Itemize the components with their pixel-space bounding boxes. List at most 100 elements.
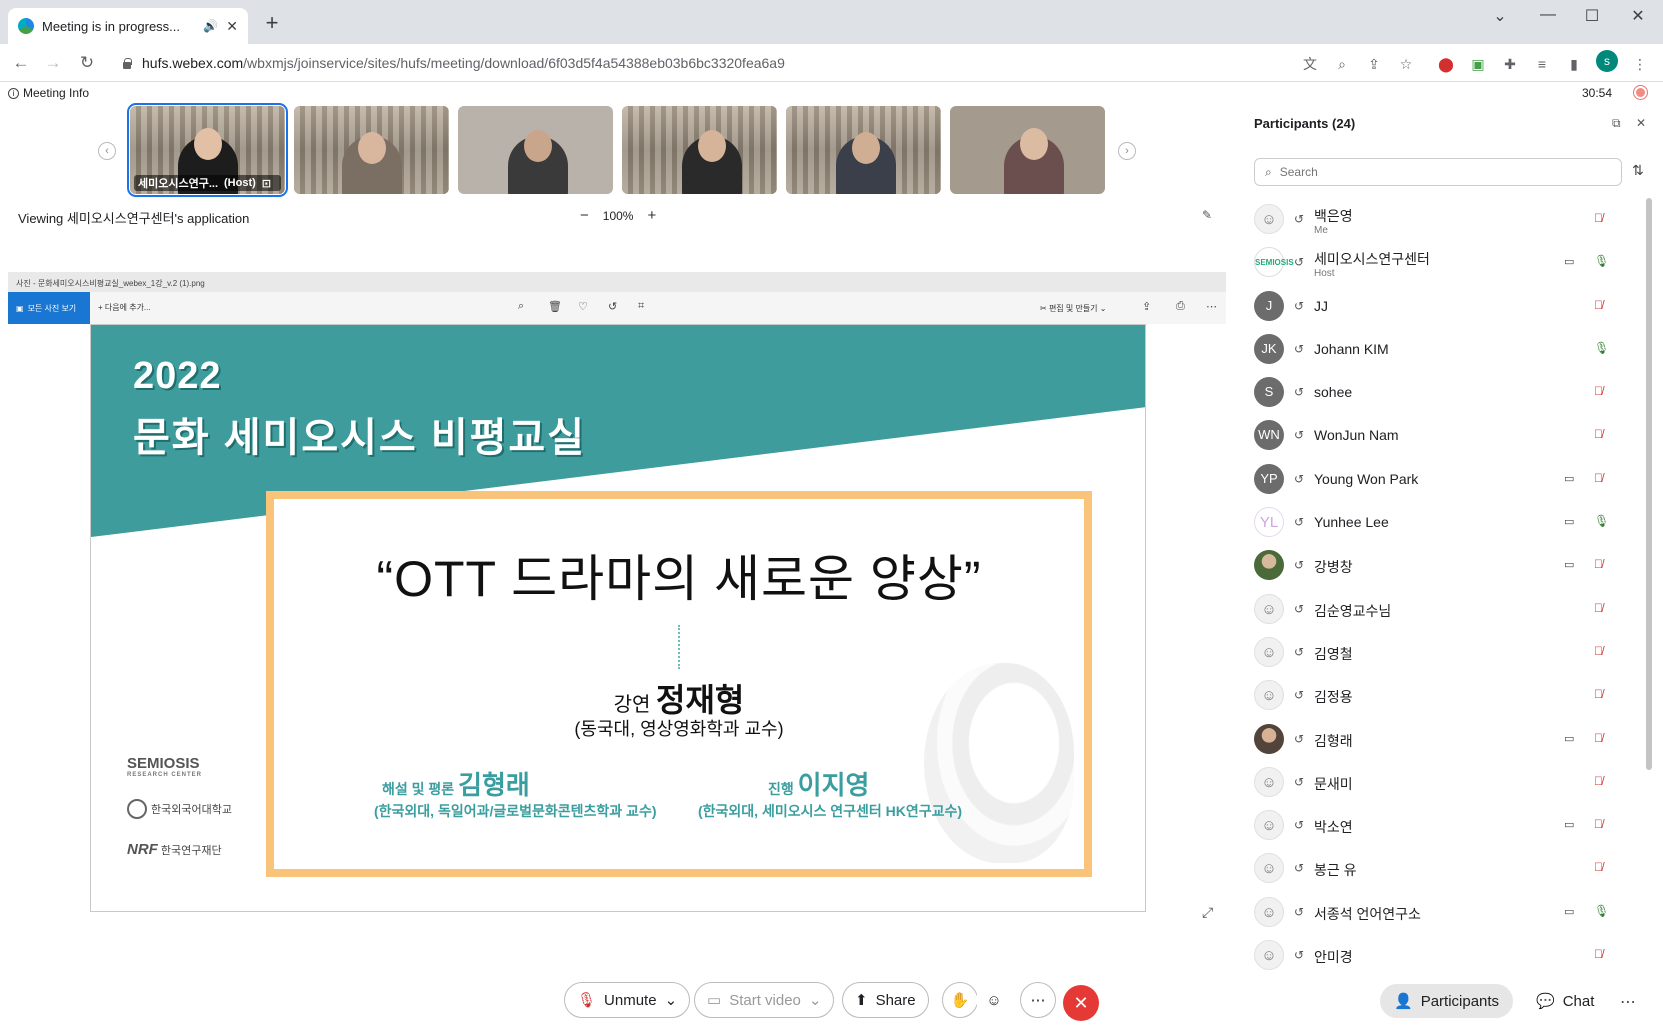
participant-row[interactable]: ↺ 서종석 언어연구소 ▭ 🎙 <box>1244 891 1644 934</box>
profile-avatar[interactable]: s <box>1596 50 1618 72</box>
extension-green-icon[interactable]: ▣ <box>1468 54 1488 74</box>
mic-muted-icon[interactable]: 🎙̸ <box>1594 471 1603 485</box>
participant-row[interactable]: SEMIOSIS ↺ 세미오시스연구센터 Host ▭ 🎙 <box>1244 241 1644 284</box>
participants-scrollbar[interactable] <box>1646 198 1652 770</box>
maximize-icon[interactable]: ☐ <box>1580 6 1604 26</box>
mic-muted-icon[interactable]: 🎙̸ <box>1594 817 1603 831</box>
participant-row[interactable]: ↺ 김순영교수님 🎙̸ <box>1244 588 1644 631</box>
participants-tab-button[interactable]: 👤 Participants <box>1380 984 1514 1018</box>
favorite-heart-icon[interactable]: ♡ <box>578 300 588 313</box>
all-photos-button[interactable]: ▣ 모든 사진 보기 <box>8 292 90 324</box>
video-thumb-5[interactable] <box>786 106 941 194</box>
close-panel-icon[interactable]: ✕ <box>1636 116 1646 130</box>
share-icon[interactable]: ⇪ <box>1142 300 1151 313</box>
participant-row[interactable]: ↺ 강병창 ▭ 🎙̸ <box>1244 544 1644 587</box>
extensions-puzzle-icon[interactable]: ✚ <box>1500 54 1520 74</box>
chevron-down-icon[interactable]: ⌄ <box>809 991 822 1009</box>
participant-row[interactable]: YL ↺ Yunhee Lee ▭ 🎙 <box>1244 501 1644 544</box>
participant-row[interactable]: ↺ 김영철 🎙̸ <box>1244 631 1644 674</box>
video-thumb-3[interactable] <box>458 106 613 194</box>
zoom-icon[interactable]: ⌕ <box>1332 54 1352 74</box>
shared-screen[interactable]: 사진 - 문화세미오시스비평교실_webex_1강_v.2 (1).png ▣ … <box>8 272 1226 928</box>
print-icon[interactable]: ⎙ <box>1176 300 1185 313</box>
side-panel-icon[interactable]: ▮ <box>1564 54 1584 74</box>
reload-icon[interactable]: ↻ <box>74 50 100 76</box>
participants-search[interactable]: ⌕ <box>1254 158 1622 186</box>
translate-icon[interactable]: 文 <box>1300 54 1320 74</box>
mic-muted-icon[interactable]: 🎙̸ <box>1594 298 1603 312</box>
more-options-button[interactable]: ⋯ <box>1020 982 1056 1018</box>
meeting-info-button[interactable]: i Meeting Info <box>8 86 89 100</box>
annotate-pen-icon[interactable]: ✎ <box>1202 208 1212 222</box>
start-video-button[interactable]: ▭ Start video ⌄ <box>694 982 835 1018</box>
unmute-button[interactable]: 🎙 Unmute ⌄ <box>564 982 691 1018</box>
speaker-icon[interactable]: 🔊 <box>203 19 218 33</box>
leave-meeting-button[interactable]: ✕ <box>1063 985 1099 1021</box>
close-window-icon[interactable]: ✕ <box>1626 6 1650 26</box>
participant-row[interactable]: ↺ 봉근 유 🎙̸ <box>1244 847 1644 890</box>
more-options-icon[interactable]: ⋯ <box>1206 300 1217 313</box>
video-thumb-host[interactable]: 세미오시스연구... (Host) ⊡ <box>127 103 288 197</box>
mic-muted-icon[interactable]: 🎙̸ <box>1594 427 1603 441</box>
participant-row[interactable]: ↺ 안미경 🎙̸ <box>1244 934 1644 977</box>
extension-adblock-icon[interactable]: ⬤ <box>1436 54 1456 74</box>
sort-icon[interactable]: ⇅ <box>1632 162 1644 179</box>
zoom-magnifier-icon[interactable]: ⌕ <box>518 300 524 313</box>
participant-row[interactable]: ↺ 김정용 🎙̸ <box>1244 674 1644 717</box>
bookmark-star-icon[interactable]: ☆ <box>1396 54 1416 74</box>
mic-on-icon[interactable]: 🎙 <box>1594 514 1609 528</box>
panel-more-icon[interactable]: ⋯ <box>1620 992 1636 1012</box>
participant-row[interactable]: ↺ 문새미 🎙̸ <box>1244 761 1644 804</box>
mic-on-icon[interactable]: 🎙 <box>1594 341 1609 355</box>
mic-muted-icon[interactable]: 🎙̸ <box>1594 947 1603 961</box>
rotate-icon[interactable]: ↺ <box>608 300 617 313</box>
participant-row[interactable]: ↺ 박소연 ▭ 🎙̸ <box>1244 804 1644 847</box>
new-tab-button[interactable]: + <box>260 12 284 36</box>
zoom-out-button[interactable]: − <box>580 207 589 224</box>
address-bar[interactable]: hufs.webex.com/wbxmjs/joinservice/sites/… <box>112 49 1352 77</box>
participant-row[interactable]: YP ↺ Young Won Park ▭ 🎙̸ <box>1244 458 1644 501</box>
browser-tab-webex[interactable]: Meeting is in progress... 🔊 ✕ <box>8 8 248 44</box>
mic-muted-icon[interactable]: 🎙̸ <box>1594 601 1603 615</box>
lock-icon[interactable] <box>122 57 132 69</box>
video-thumb-4[interactable] <box>622 106 777 194</box>
fullscreen-expand-icon[interactable]: ⤢ <box>1202 904 1213 921</box>
media-queue-icon[interactable]: ≡ <box>1532 54 1552 74</box>
popout-panel-icon[interactable]: ⧉ <box>1612 116 1621 131</box>
back-arrow-icon[interactable]: ← <box>8 50 34 76</box>
participant-row[interactable]: ↺ 백은영Me 🎙̸ <box>1244 198 1644 241</box>
tab-search-chevron-icon[interactable]: ⌄ <box>1488 6 1512 26</box>
crop-icon[interactable]: ⌗ <box>638 300 644 313</box>
minimize-icon[interactable]: — <box>1536 6 1560 24</box>
mic-muted-icon[interactable]: 🎙̸ <box>1594 644 1603 658</box>
filmstrip-next-icon[interactable]: › <box>1118 142 1136 160</box>
mic-muted-icon[interactable]: 🎙̸ <box>1594 557 1603 571</box>
chevron-down-icon[interactable]: ⌄ <box>665 991 678 1009</box>
participant-row[interactable]: ↺ 김형래 ▭ 🎙̸ <box>1244 718 1644 761</box>
recording-indicator-icon[interactable] <box>1634 86 1647 99</box>
filmstrip-prev-icon[interactable]: ‹ <box>98 142 116 160</box>
participant-row[interactable]: S ↺ sohee 🎙̸ <box>1244 371 1644 414</box>
chat-tab-button[interactable]: 💬 Chat <box>1522 984 1608 1018</box>
mic-muted-icon[interactable]: 🎙̸ <box>1594 774 1603 788</box>
search-input[interactable] <box>1279 165 1600 179</box>
add-to-button[interactable]: + 다음에 추가... <box>98 302 151 313</box>
browser-menu-icon[interactable]: ⋮ <box>1630 54 1650 74</box>
mic-muted-icon[interactable]: 🎙̸ <box>1594 211 1603 225</box>
mic-muted-icon[interactable]: 🎙̸ <box>1594 860 1603 874</box>
raise-hand-button[interactable]: ✋ <box>942 982 978 1018</box>
mic-on-icon[interactable]: 🎙 <box>1594 254 1609 268</box>
mic-muted-icon[interactable]: 🎙̸ <box>1594 731 1603 745</box>
mic-on-icon[interactable]: 🎙 <box>1594 904 1609 918</box>
participant-row[interactable]: J ↺ JJ 🎙̸ <box>1244 285 1644 328</box>
participant-row[interactable]: JK ↺ Johann KIM 🎙 <box>1244 328 1644 371</box>
video-thumb-6[interactable] <box>950 106 1105 194</box>
mic-muted-icon[interactable]: 🎙̸ <box>1594 687 1603 701</box>
share-page-icon[interactable]: ⇪ <box>1364 54 1384 74</box>
video-thumb-2[interactable] <box>294 106 449 194</box>
delete-trash-icon[interactable]: 🗑 <box>548 300 562 313</box>
share-button[interactable]: ⬆ Share <box>842 982 929 1018</box>
mic-muted-icon[interactable]: 🎙̸ <box>1594 384 1603 398</box>
forward-arrow-icon[interactable]: → <box>40 50 66 76</box>
close-tab-icon[interactable]: ✕ <box>226 18 238 35</box>
